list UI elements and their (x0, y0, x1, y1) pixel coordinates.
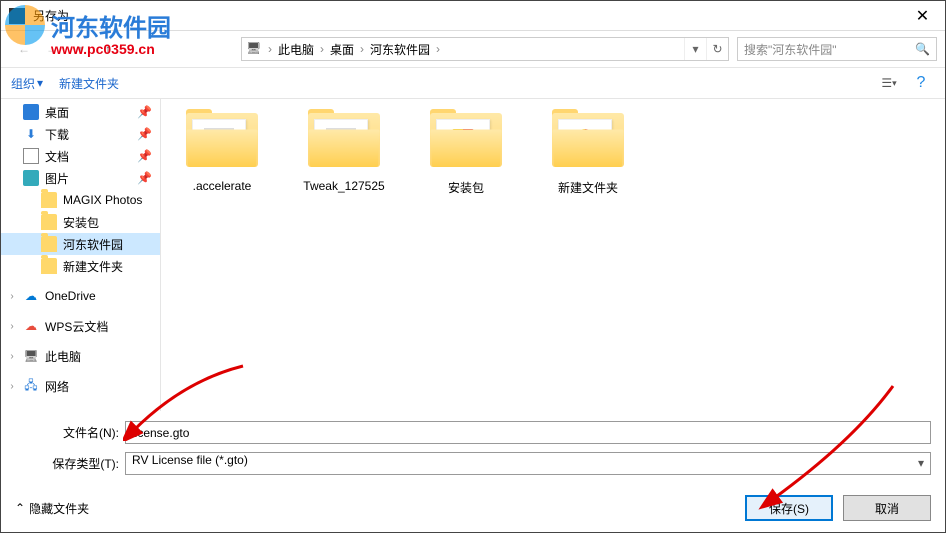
tree-item-pc[interactable]: › 🖥 此电脑 (1, 345, 160, 367)
folder-icon (430, 109, 502, 167)
pc-icon: 🖥 (23, 348, 39, 364)
tree-label: MAGIX Photos (63, 193, 142, 207)
folder-icon (41, 214, 57, 230)
tree-item-pictures[interactable]: 图片 📌 (1, 167, 160, 189)
titlebar: 另存为 ✕ (1, 1, 945, 31)
nav-forward-button[interactable]: → (38, 37, 66, 61)
filetype-label: 保存类型(T): (15, 455, 125, 472)
tree-label: 新建文件夹 (63, 258, 123, 275)
address-bar[interactable]: 🖥 › 此电脑 › 桌面 › 河东软件园 › ▾ ↻ (241, 37, 729, 61)
tree-label: 河东软件园 (63, 236, 123, 253)
chevron-down-icon: ▾ (37, 76, 43, 90)
folder-icon (552, 109, 624, 167)
expander-icon[interactable]: › (7, 381, 17, 392)
crumb-sep-icon: › (318, 42, 326, 56)
expander-icon[interactable]: › (7, 291, 17, 302)
folder-icon (41, 192, 57, 208)
help-button[interactable]: ? (907, 71, 935, 95)
file-label: 安装包 (448, 179, 484, 196)
search-input[interactable]: 搜索"河东软件园" 🔍 (737, 37, 937, 61)
tree-label: OneDrive (45, 289, 96, 303)
tree-item-desktop[interactable]: 桌面 📌 (1, 101, 160, 123)
tree-item-network[interactable]: › 🖧 网络 (1, 375, 160, 397)
download-icon: ⬇ (23, 126, 39, 142)
desktop-icon (23, 104, 39, 120)
toolbar: 组织▾ 新建文件夹 ☰▾ ? (1, 67, 945, 99)
cancel-button[interactable]: 取消 (843, 495, 931, 521)
file-label: Tweak_127525 (303, 179, 384, 193)
tree-item-folder[interactable]: MAGIX Photos (1, 189, 160, 211)
view-options-button[interactable]: ☰▾ (875, 71, 903, 95)
tree-item-folder-selected[interactable]: 河东软件园 (1, 233, 160, 255)
folder-item[interactable]: Tweak_127525 (299, 109, 389, 193)
documents-icon (23, 148, 39, 164)
tree-label: 桌面 (45, 104, 69, 121)
hide-folders-label: 隐藏文件夹 (29, 500, 89, 517)
tree-item-onedrive[interactable]: › ☁ OneDrive (1, 285, 160, 307)
tree-label: 安装包 (63, 214, 99, 231)
folder-item[interactable]: 安装包 (421, 109, 511, 196)
crumb-2[interactable]: 河东软件园 (366, 41, 434, 58)
nav-tree[interactable]: 桌面📌 ⬇下载📌 文档📌 图片📌 MAGIX Photos 安装包 河东软件园 … (1, 99, 161, 411)
tree-item-wps[interactable]: › ☁ WPS云文档 (1, 315, 160, 337)
tree-label: 网络 (45, 378, 69, 395)
folder-item[interactable]: .accelerate (177, 109, 267, 193)
footer: ⌃ 隐藏文件夹 保存(S) 取消 (1, 489, 945, 531)
tree-item-folder[interactable]: 安装包 (1, 211, 160, 233)
crumb-sep-icon: › (434, 42, 442, 56)
crumb-sep-icon: › (358, 42, 366, 56)
location-icon: 🖥 (246, 41, 262, 57)
tree-label: 此电脑 (45, 348, 81, 365)
close-button[interactable]: ✕ (900, 1, 945, 31)
pin-icon: 📌 (137, 171, 152, 185)
tree-item-downloads[interactable]: ⬇ 下载 📌 (1, 123, 160, 145)
nav-row: ← → ▾ ↑ 🖥 › 此电脑 › 桌面 › 河东软件园 › ▾ ↻ 搜索"河东… (1, 31, 945, 67)
network-icon: 🖧 (23, 378, 39, 394)
expander-icon[interactable]: › (7, 351, 17, 362)
expander-icon[interactable]: › (7, 321, 17, 332)
organize-menu[interactable]: 组织▾ (11, 75, 43, 92)
main-area: 桌面📌 ⬇下载📌 文档📌 图片📌 MAGIX Photos 安装包 河东软件园 … (1, 99, 945, 411)
hide-folders-toggle[interactable]: ⌃ 隐藏文件夹 (15, 500, 89, 517)
onedrive-icon: ☁ (23, 288, 39, 304)
tree-label: 下载 (45, 126, 69, 143)
search-icon: 🔍 (915, 42, 930, 56)
filename-label: 文件名(N): (15, 424, 125, 441)
refresh-button[interactable]: ↻ (706, 38, 728, 60)
nav-up-button[interactable]: ↑ (94, 37, 122, 61)
tree-item-documents[interactable]: 文档 📌 (1, 145, 160, 167)
crumb-0[interactable]: 此电脑 (274, 41, 318, 58)
filename-input[interactable] (125, 421, 931, 444)
tree-item-folder[interactable]: 新建文件夹 (1, 255, 160, 277)
folder-icon (41, 258, 57, 274)
save-fields: 文件名(N): 保存类型(T): RV License file (*.gto) (1, 411, 945, 489)
crumb-1[interactable]: 桌面 (326, 41, 358, 58)
tree-label: WPS云文档 (45, 318, 108, 335)
folder-item[interactable]: 新建文件夹 (543, 109, 633, 196)
save-button[interactable]: 保存(S) (745, 495, 833, 521)
pin-icon: 📌 (137, 127, 152, 141)
folder-icon (186, 109, 258, 167)
wps-icon: ☁ (23, 318, 39, 334)
tree-label: 文档 (45, 148, 69, 165)
nav-recent-button[interactable]: ▾ (66, 37, 94, 61)
pin-icon: 📌 (137, 149, 152, 163)
new-folder-button[interactable]: 新建文件夹 (59, 75, 119, 92)
address-dropdown-button[interactable]: ▾ (684, 38, 706, 60)
window-title: 另存为 (33, 7, 900, 24)
file-label: .accelerate (193, 179, 252, 193)
search-placeholder: 搜索"河东软件园" (744, 41, 837, 58)
crumb-sep-icon: › (266, 42, 274, 56)
nav-back-button[interactable]: ← (10, 37, 38, 61)
pin-icon: 📌 (137, 105, 152, 119)
pictures-icon (23, 170, 39, 186)
chevron-up-icon: ⌃ (15, 501, 25, 515)
file-list[interactable]: .accelerate Tweak_127525 安装包 新建文件夹 (161, 99, 945, 411)
file-label: 新建文件夹 (558, 179, 618, 196)
folder-icon (41, 236, 57, 252)
folder-icon (308, 109, 380, 167)
app-icon (9, 8, 25, 24)
tree-label: 图片 (45, 170, 69, 187)
filetype-select[interactable]: RV License file (*.gto) (125, 452, 931, 475)
